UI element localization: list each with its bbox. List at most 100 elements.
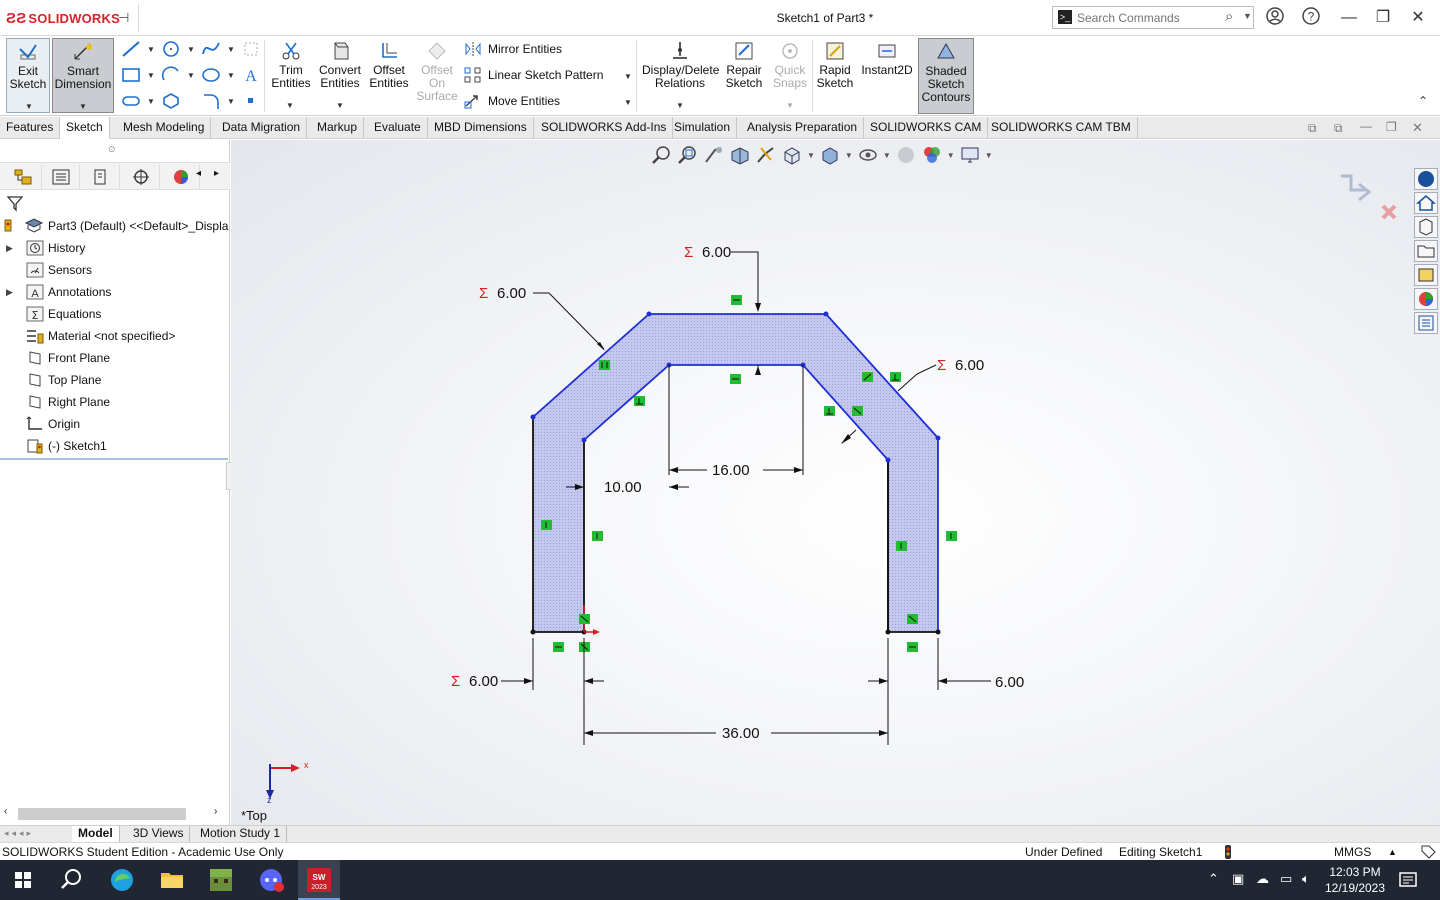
expand-icon[interactable]: ▶ [6, 287, 18, 298]
home-icon[interactable] [1414, 192, 1438, 214]
tab-analysis-preparation[interactable]: Analysis Preparation [741, 117, 865, 139]
tree-item-origin[interactable]: Origin [0, 413, 230, 435]
display-manager-tab[interactable] [162, 165, 200, 189]
minimize-button[interactable]: — [1336, 6, 1362, 30]
dim-inner-width[interactable]: 16.00 [712, 462, 750, 479]
tab-scroll-arrows[interactable]: ◂◂◂▸ [4, 828, 34, 839]
tab-mesh-modeling[interactable]: Mesh Modeling [117, 117, 212, 139]
scrollbar-thumb[interactable] [18, 808, 186, 820]
chevron-left-icon[interactable]: ◂ [196, 168, 201, 179]
pin-icon[interactable]: ⊣ [118, 10, 129, 26]
tree-root-part[interactable]: Part3 (Default) <<Default>_Displa [0, 215, 230, 237]
tab-solidworks-cam-tbm[interactable]: SOLIDWORKS CAM TBM [985, 117, 1138, 139]
point-icon[interactable] [241, 92, 261, 110]
help-icon[interactable]: ? [1298, 6, 1324, 30]
rollback-bar[interactable] [0, 458, 228, 460]
ellipse-icon[interactable] [201, 66, 221, 84]
tab-mbd-dimensions[interactable]: MBD Dimensions [428, 117, 534, 139]
fillet-icon[interactable] [201, 92, 221, 110]
chevron-down-icon[interactable]: ▼ [187, 45, 195, 54]
line-icon[interactable] [121, 40, 141, 58]
tab-evaluate[interactable]: Evaluate [368, 117, 428, 139]
tree-item-annotations[interactable]: ▶ A Annotations [0, 281, 230, 303]
chevron-down-icon[interactable]: ▼ [676, 99, 684, 112]
circle-icon[interactable] [161, 40, 181, 58]
network-icon[interactable]: ▭ [1280, 871, 1292, 887]
smart-dimension-button[interactable]: Smart Dimension ▼ [52, 38, 114, 113]
tab-markup[interactable]: Markup [311, 117, 365, 139]
offset-on-surface-button[interactable]: Offset On Surface [416, 38, 458, 103]
chevron-right-icon[interactable]: ▸ [214, 168, 219, 179]
tile-left-icon[interactable]: ⧉ [1308, 121, 1317, 136]
trim-entities-button[interactable]: Trim Entities ▼ [270, 38, 312, 110]
chevron-down-icon[interactable]: ▼ [286, 99, 294, 112]
configuration-manager-tab[interactable] [82, 165, 120, 189]
doc-restore-button[interactable]: ❐ [1386, 120, 1397, 134]
chevron-up-icon[interactable]: ▲ [1388, 847, 1397, 857]
taskbar-solidworks-active[interactable]: SW 2023 [298, 860, 340, 900]
chevron-down-icon[interactable]: ▼ [227, 97, 235, 106]
chevron-down-icon[interactable]: ▼ [79, 100, 87, 113]
dim-bottom-right[interactable]: 6.00 [995, 674, 1024, 691]
doc-minimize-button[interactable]: — [1360, 119, 1372, 133]
tab-3d-views[interactable]: 3D Views [127, 826, 191, 842]
tree-item-sensors[interactable]: Sensors [0, 259, 230, 281]
chevron-down-icon[interactable]: ▼ [336, 99, 344, 112]
search-input[interactable] [1077, 9, 1217, 26]
dimxpert-manager-tab[interactable] [122, 165, 160, 189]
tree-item-material[interactable]: Material <not specified> [0, 325, 230, 347]
tree-item-equations[interactable]: Σ Equations [0, 303, 230, 325]
tree-item-right-plane[interactable]: Right Plane [0, 391, 230, 413]
view-palette-icon[interactable] [1414, 264, 1438, 286]
chevron-left-icon[interactable]: ‹ [4, 806, 7, 817]
meet-icon[interactable]: ▣ [1232, 871, 1244, 887]
chevron-down-icon[interactable]: ▼ [147, 97, 155, 106]
tab-motion-study-1[interactable]: Motion Study 1 [194, 826, 288, 842]
feature-manager-tab[interactable] [4, 165, 42, 189]
tab-sketch[interactable]: Sketch [60, 117, 110, 139]
close-button[interactable]: ✕ [1405, 6, 1431, 30]
tab-features[interactable]: Features [0, 117, 61, 139]
tree-item-front-plane[interactable]: Front Plane [0, 347, 230, 369]
chevron-down-icon[interactable]: ▼ [147, 71, 155, 80]
instant2d-button[interactable]: Instant2D [860, 38, 914, 77]
polygon-icon[interactable] [161, 92, 181, 110]
rectangle-icon[interactable] [121, 66, 141, 84]
minecraft-icon[interactable] [206, 865, 236, 895]
slot-icon[interactable] [121, 92, 141, 110]
chevron-down-icon[interactable]: ▼ [1243, 11, 1252, 21]
shaded-sketch-contours-button[interactable]: Shaded Sketch Contours [918, 38, 974, 114]
convert-entities-button[interactable]: Convert Entities ▼ [316, 38, 364, 110]
edge-browser-icon[interactable] [107, 865, 137, 895]
chevron-up-icon[interactable]: ⌃ [1208, 871, 1219, 887]
windows-start-icon[interactable] [8, 865, 38, 895]
file-explorer-icon[interactable] [1414, 240, 1438, 262]
search-commands-box[interactable]: >_ ⌕ ▼ [1052, 6, 1254, 29]
file-explorer-icon[interactable] [157, 865, 187, 895]
graphics-area[interactable]: ▼ ▼ ▼ ▼ ▼ Σ 6.00 Σ 6.00 Σ 6.00 16.00 10.… [231, 140, 1440, 825]
dim-top-thickness[interactable]: 6.00 [702, 244, 731, 261]
mirror-entities-button[interactable]: Mirror Entities [464, 41, 562, 57]
spline-icon[interactable] [201, 40, 221, 58]
dim-inner-offset[interactable]: 10.00 [604, 479, 642, 496]
chevron-down-icon[interactable]: ▼ [786, 99, 794, 112]
tree-item-sketch1[interactable]: (-) Sketch1 [0, 435, 230, 457]
discord-icon[interactable] [256, 865, 286, 895]
tab-solidworks-add-ins[interactable]: SOLIDWORKS Add-Ins [535, 117, 674, 139]
design-library-icon[interactable] [1414, 216, 1438, 238]
notifications-icon[interactable] [1398, 870, 1418, 890]
solidworks-resources-icon[interactable] [1414, 168, 1438, 190]
move-entities-button[interactable]: Move Entities [464, 93, 560, 109]
restore-button[interactable]: ❐ [1370, 6, 1396, 30]
tree-item-history[interactable]: ▶ History [0, 237, 230, 259]
dim-overall-width[interactable]: 36.00 [722, 725, 760, 742]
exit-sketch-button[interactable]: Exit Sketch ▼ [6, 38, 50, 113]
chevron-down-icon[interactable]: ▼ [187, 71, 195, 80]
units-selector[interactable]: MMGS [1334, 845, 1371, 859]
tab-model[interactable]: Model [72, 826, 120, 842]
solidworks-logo[interactable]: ƧƧ SOLIDWORKS [6, 9, 120, 27]
account-icon[interactable] [1262, 6, 1288, 30]
doc-close-button[interactable]: ✕ [1412, 120, 1423, 136]
linear-sketch-pattern-button[interactable]: Linear Sketch Pattern [464, 67, 603, 83]
horizontal-scrollbar[interactable]: ‹ › [0, 804, 228, 822]
